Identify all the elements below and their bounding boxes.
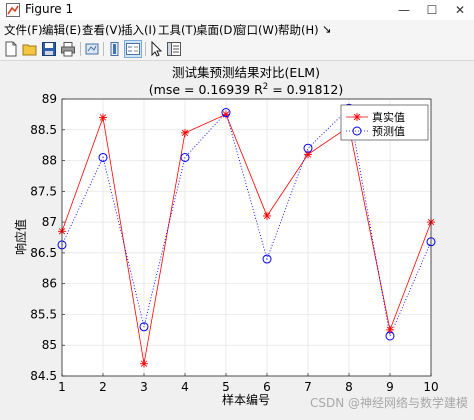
legend-marker-actual: [353, 113, 361, 121]
y-tick-label: 85.5: [30, 307, 57, 321]
x-tick-label: 9: [386, 380, 394, 394]
y-tick-label: 84.5: [30, 369, 57, 383]
x-tick-label: 8: [345, 380, 353, 394]
insert-legend-icon[interactable]: [124, 40, 142, 58]
x-tick-label: 1: [58, 380, 66, 394]
matlab-figure-icon: [6, 3, 20, 17]
x-tick-label: 10: [423, 380, 438, 394]
y-tick-label: 87.5: [30, 184, 57, 198]
y-axis-ticks: 84.5 85 85.5 86 86.5 87 87.5 88 88.5 89: [30, 92, 65, 383]
save-icon[interactable]: [41, 41, 57, 57]
figure-canvas: 1 2 3 4 5 6 7 8 9 10 84.5 85 85.5 86 86.5 87 87.5 88 88.5…: [0, 61, 474, 417]
legend-star-marker: [353, 113, 361, 121]
toolbar-separator: [80, 42, 81, 56]
chart-title-line2: (mse = 0.16939 R2 = 0.91812): [149, 82, 343, 97]
property-inspector-icon[interactable]: [166, 41, 182, 57]
chart-title-line1: 测试集预测结果对比(ELM): [172, 65, 320, 80]
data-point-actual: [140, 359, 148, 368]
legend-label-actual: 真实值: [372, 110, 405, 124]
legend-label-predicted: 预测值: [372, 125, 405, 138]
legend[interactable]: 真实值 预测值: [340, 104, 429, 141]
edit-plot-icon[interactable]: [148, 41, 164, 57]
menu-expand-arrow-icon[interactable]: ↘: [322, 22, 332, 36]
x-tick-label: 3: [140, 380, 148, 394]
figure-toolbar: [0, 38, 474, 61]
toolbar-separator: [145, 42, 146, 56]
data-point-actual: [99, 113, 107, 122]
y-tick-label: 86.5: [30, 246, 57, 260]
menu-window[interactable]: 窗口(W): [235, 22, 278, 38]
data-point-actual: [263, 211, 271, 220]
maximize-button[interactable]: ☐: [418, 0, 446, 20]
insert-colorbar-icon[interactable]: [107, 41, 123, 57]
chart-svg: 1 2 3 4 5 6 7 8 9 10 84.58585.58686.58787.58888.5…: [13, 65, 439, 407]
x-tick-label: 2: [99, 380, 107, 394]
menu-insert[interactable]: 插入(I): [121, 22, 156, 38]
link-plot-icon[interactable]: [84, 41, 100, 57]
window-title: Figure 1: [25, 2, 74, 16]
close-button[interactable]: ✕: [446, 0, 474, 20]
plot-area: [62, 99, 431, 376]
x-axis-label: 样本编号: [222, 392, 270, 407]
toolbar-separator: [103, 42, 104, 56]
data-point-actual: [181, 128, 189, 137]
menu-bar: 文件(F) 编辑(E) 查看(V) 插入(I) 工具(T) 桌面(D) 窗口(W…: [0, 20, 474, 38]
window-titlebar: Figure 1 — ☐ ✕: [0, 0, 474, 21]
menu-desktop[interactable]: 桌面(D): [196, 22, 237, 38]
x-tick-label: 6: [263, 380, 271, 394]
y-axis-label: 响应值: [13, 219, 28, 255]
menu-tools[interactable]: 工具(T): [158, 22, 197, 38]
x-tick-label: 5: [222, 380, 230, 394]
csdn-watermark: CSDN @神经网络与数学建模: [309, 396, 468, 410]
y-tick-label: 86: [42, 277, 57, 291]
minimize-button[interactable]: —: [390, 0, 418, 20]
y-tick-label: 85: [42, 338, 57, 352]
menu-edit[interactable]: 编辑(E): [42, 22, 81, 38]
y-tick-label: 88: [42, 154, 57, 168]
menu-view[interactable]: 查看(V): [82, 22, 122, 38]
menu-file[interactable]: 文件(F): [4, 22, 43, 38]
new-figure-icon[interactable]: [3, 41, 19, 57]
y-tick-label: 87: [42, 215, 57, 229]
data-point-actual: [222, 110, 230, 119]
y-tick-label: 89: [42, 92, 57, 106]
x-tick-label: 4: [181, 380, 189, 394]
open-file-icon[interactable]: [22, 41, 38, 57]
y-tick-label: 88.5: [30, 123, 57, 137]
print-icon[interactable]: [60, 41, 76, 57]
menu-help[interactable]: 帮助(H): [278, 22, 319, 38]
x-tick-label: 7: [304, 380, 312, 394]
